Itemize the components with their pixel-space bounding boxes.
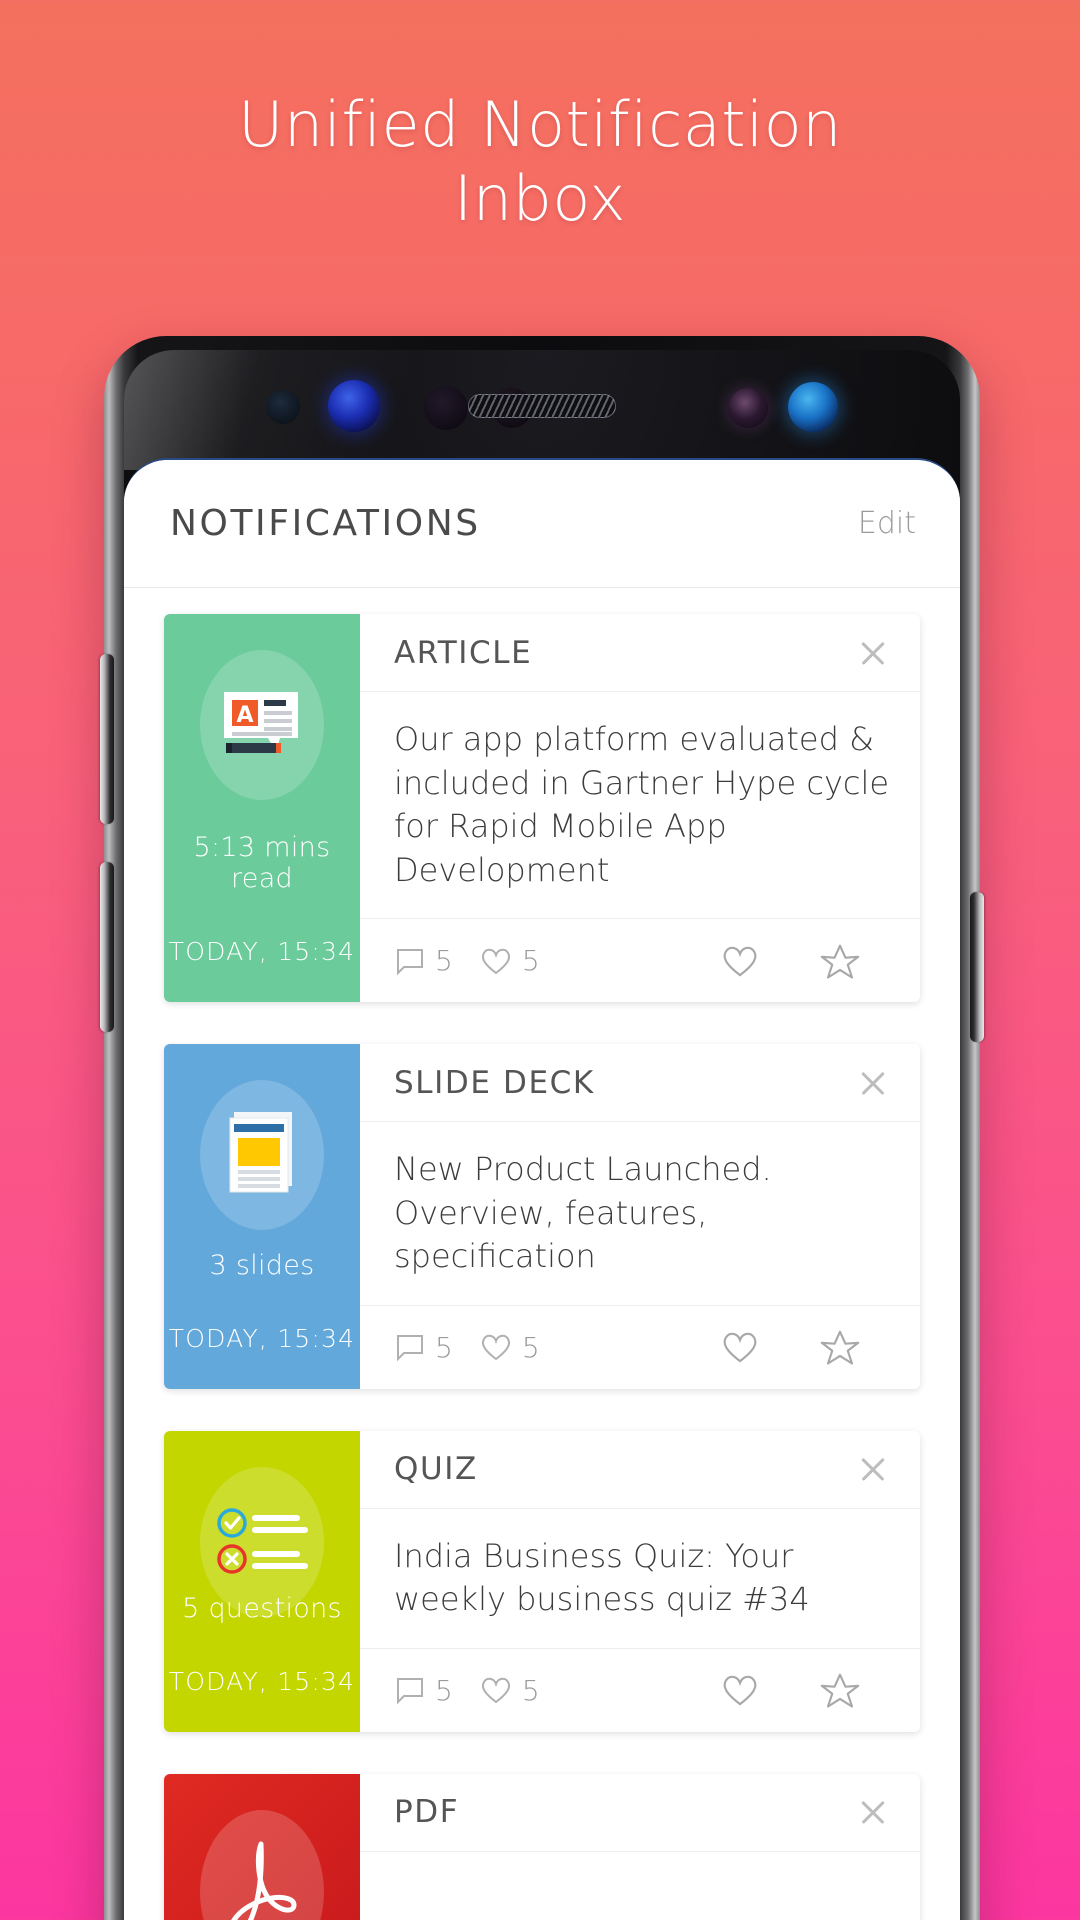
card-kind-label: ARTICLE	[394, 634, 533, 671]
comment-icon	[397, 1335, 423, 1362]
comment-action[interactable]: 5	[394, 1674, 453, 1707]
card-action-bar: 5 5	[360, 1647, 920, 1732]
comment-count: 5	[435, 1330, 453, 1364]
card-meta-count: 5 questions	[182, 1592, 342, 1624]
card-right-panel: QUIZ India Business Quiz: Your weekly bu…	[360, 1431, 920, 1732]
card-action-bar: 5 5	[360, 918, 920, 1002]
card-timestamp: TODAY, 15:34	[168, 1666, 356, 1696]
comment-count: 5	[435, 944, 453, 978]
slide-deck-icon	[229, 1112, 292, 1193]
close-icon[interactable]	[856, 1795, 890, 1829]
icon-bubble	[200, 1809, 324, 1920]
card-kind-row: QUIZ	[360, 1431, 920, 1509]
svg-text:A: A	[236, 703, 253, 728]
card-timestamp: TODAY, 15:34	[168, 1323, 356, 1353]
power-button[interactable]	[970, 892, 984, 1042]
proximity-sensor-icon	[266, 390, 300, 424]
star-action[interactable]	[820, 942, 860, 980]
comment-icon	[397, 1678, 423, 1705]
close-icon[interactable]	[856, 636, 890, 670]
article-icon: A	[224, 692, 298, 753]
front-camera-icon	[788, 382, 838, 432]
star-outline-icon	[820, 944, 860, 979]
phone-bezel: NOTIFICATIONS Edit A 5:13 mins read TODA…	[124, 350, 960, 1920]
card-right-panel: PDF Leave policy updated.	[360, 1774, 920, 1920]
card-left-panel: A 5:13 mins read TODAY, 15:34	[164, 614, 360, 1003]
phone-screen: NOTIFICATIONS Edit A 5:13 mins read TODA…	[124, 458, 960, 1920]
app-header: NOTIFICATIONS Edit	[124, 460, 960, 588]
icon-bubble: A	[200, 650, 324, 800]
heart-outline-icon	[723, 946, 757, 977]
phone-mockup: NOTIFICATIONS Edit A 5:13 mins read TODA…	[100, 336, 984, 1920]
like-action[interactable]: 5	[479, 1674, 540, 1707]
star-action[interactable]	[820, 1328, 860, 1366]
favorite-action[interactable]	[720, 942, 760, 980]
card-body-text: New Product Launched. Overview, features…	[394, 1150, 772, 1276]
card-kind-label: QUIZ	[394, 1451, 478, 1488]
card-action-bar: 5 5	[360, 1304, 920, 1389]
light-sensor-icon	[424, 386, 468, 430]
pdf-icon	[230, 1841, 297, 1920]
card-body-text: India Business Quiz: Your weekly busines…	[394, 1536, 810, 1619]
page-title-line-1: Unified Notification	[238, 88, 842, 161]
notification-card-article[interactable]: A 5:13 mins read TODAY, 15:34 ARTICLE Ou…	[164, 614, 920, 1003]
like-count: 5	[521, 1673, 540, 1707]
quiz-icon	[217, 1507, 308, 1574]
like-count: 5	[521, 944, 540, 978]
like-action[interactable]: 5	[479, 1331, 540, 1364]
card-meta-count: 3 slides	[209, 1249, 315, 1281]
heart-icon	[481, 1334, 510, 1361]
heart-icon	[481, 1677, 510, 1704]
card-kind-row: PDF	[360, 1774, 920, 1852]
heart-outline-icon	[723, 1675, 757, 1706]
notification-card-pdf[interactable]: PDF Leave policy updated.	[164, 1773, 920, 1920]
earpiece-speaker-icon	[468, 394, 616, 418]
card-right-panel: SLIDE DECK New Product Launched. Overvie…	[360, 1044, 920, 1389]
card-meta-count: 5:13 mins read	[193, 832, 331, 895]
card-left-panel: 5 questions TODAY, 15:34	[164, 1430, 360, 1732]
secondary-sensor-icon	[728, 388, 768, 428]
iris-scanner-icon	[328, 380, 380, 432]
card-kind-label: SLIDE DECK	[394, 1064, 595, 1101]
favorite-action[interactable]	[720, 1328, 760, 1366]
volume-up-button[interactable]	[100, 654, 114, 824]
like-action[interactable]: 5	[479, 944, 540, 977]
volume-down-button[interactable]	[100, 862, 114, 1032]
card-kind-row: SLIDE DECK	[360, 1044, 920, 1123]
page-title-line-2: Inbox	[453, 162, 627, 236]
icon-bubble	[200, 1080, 324, 1231]
edit-button[interactable]: Edit	[858, 506, 916, 541]
close-icon[interactable]	[856, 1066, 890, 1100]
card-kind-label: PDF	[394, 1794, 460, 1831]
notification-card-quiz[interactable]: 5 questions TODAY, 15:34 QUIZ India Busi…	[164, 1430, 920, 1732]
card-body-text: Our app platform evaluated & included in…	[394, 720, 890, 889]
star-action[interactable]	[820, 1671, 860, 1709]
card-right-panel: ARTICLE Our app platform evaluated & inc…	[360, 614, 920, 1002]
star-outline-icon	[820, 1330, 860, 1365]
notification-list: A 5:13 mins read TODAY, 15:34 ARTICLE Ou…	[124, 588, 960, 1920]
like-count: 5	[521, 1330, 540, 1364]
heart-outline-icon	[723, 1332, 757, 1363]
comment-count: 5	[435, 1673, 453, 1707]
comment-icon	[397, 948, 423, 975]
screen-title: NOTIFICATIONS	[170, 503, 481, 544]
card-timestamp: TODAY, 15:34	[168, 937, 356, 967]
card-left-panel: 3 slides TODAY, 15:34	[164, 1044, 360, 1389]
star-outline-icon	[820, 1673, 860, 1708]
page-title: Unified Notification Inbox	[0, 88, 1080, 237]
notification-card-slide-deck[interactable]: 3 slides TODAY, 15:34 SLIDE DECK New Pro…	[164, 1044, 920, 1389]
favorite-action[interactable]	[720, 1671, 760, 1709]
comment-action[interactable]: 5	[394, 944, 453, 977]
heart-icon	[481, 948, 510, 974]
card-body-text: Leave policy updated.	[360, 1852, 920, 1920]
comment-action[interactable]: 5	[394, 1331, 453, 1364]
card-left-panel	[164, 1773, 360, 1920]
card-kind-row: ARTICLE	[360, 614, 920, 692]
close-icon[interactable]	[856, 1452, 890, 1486]
